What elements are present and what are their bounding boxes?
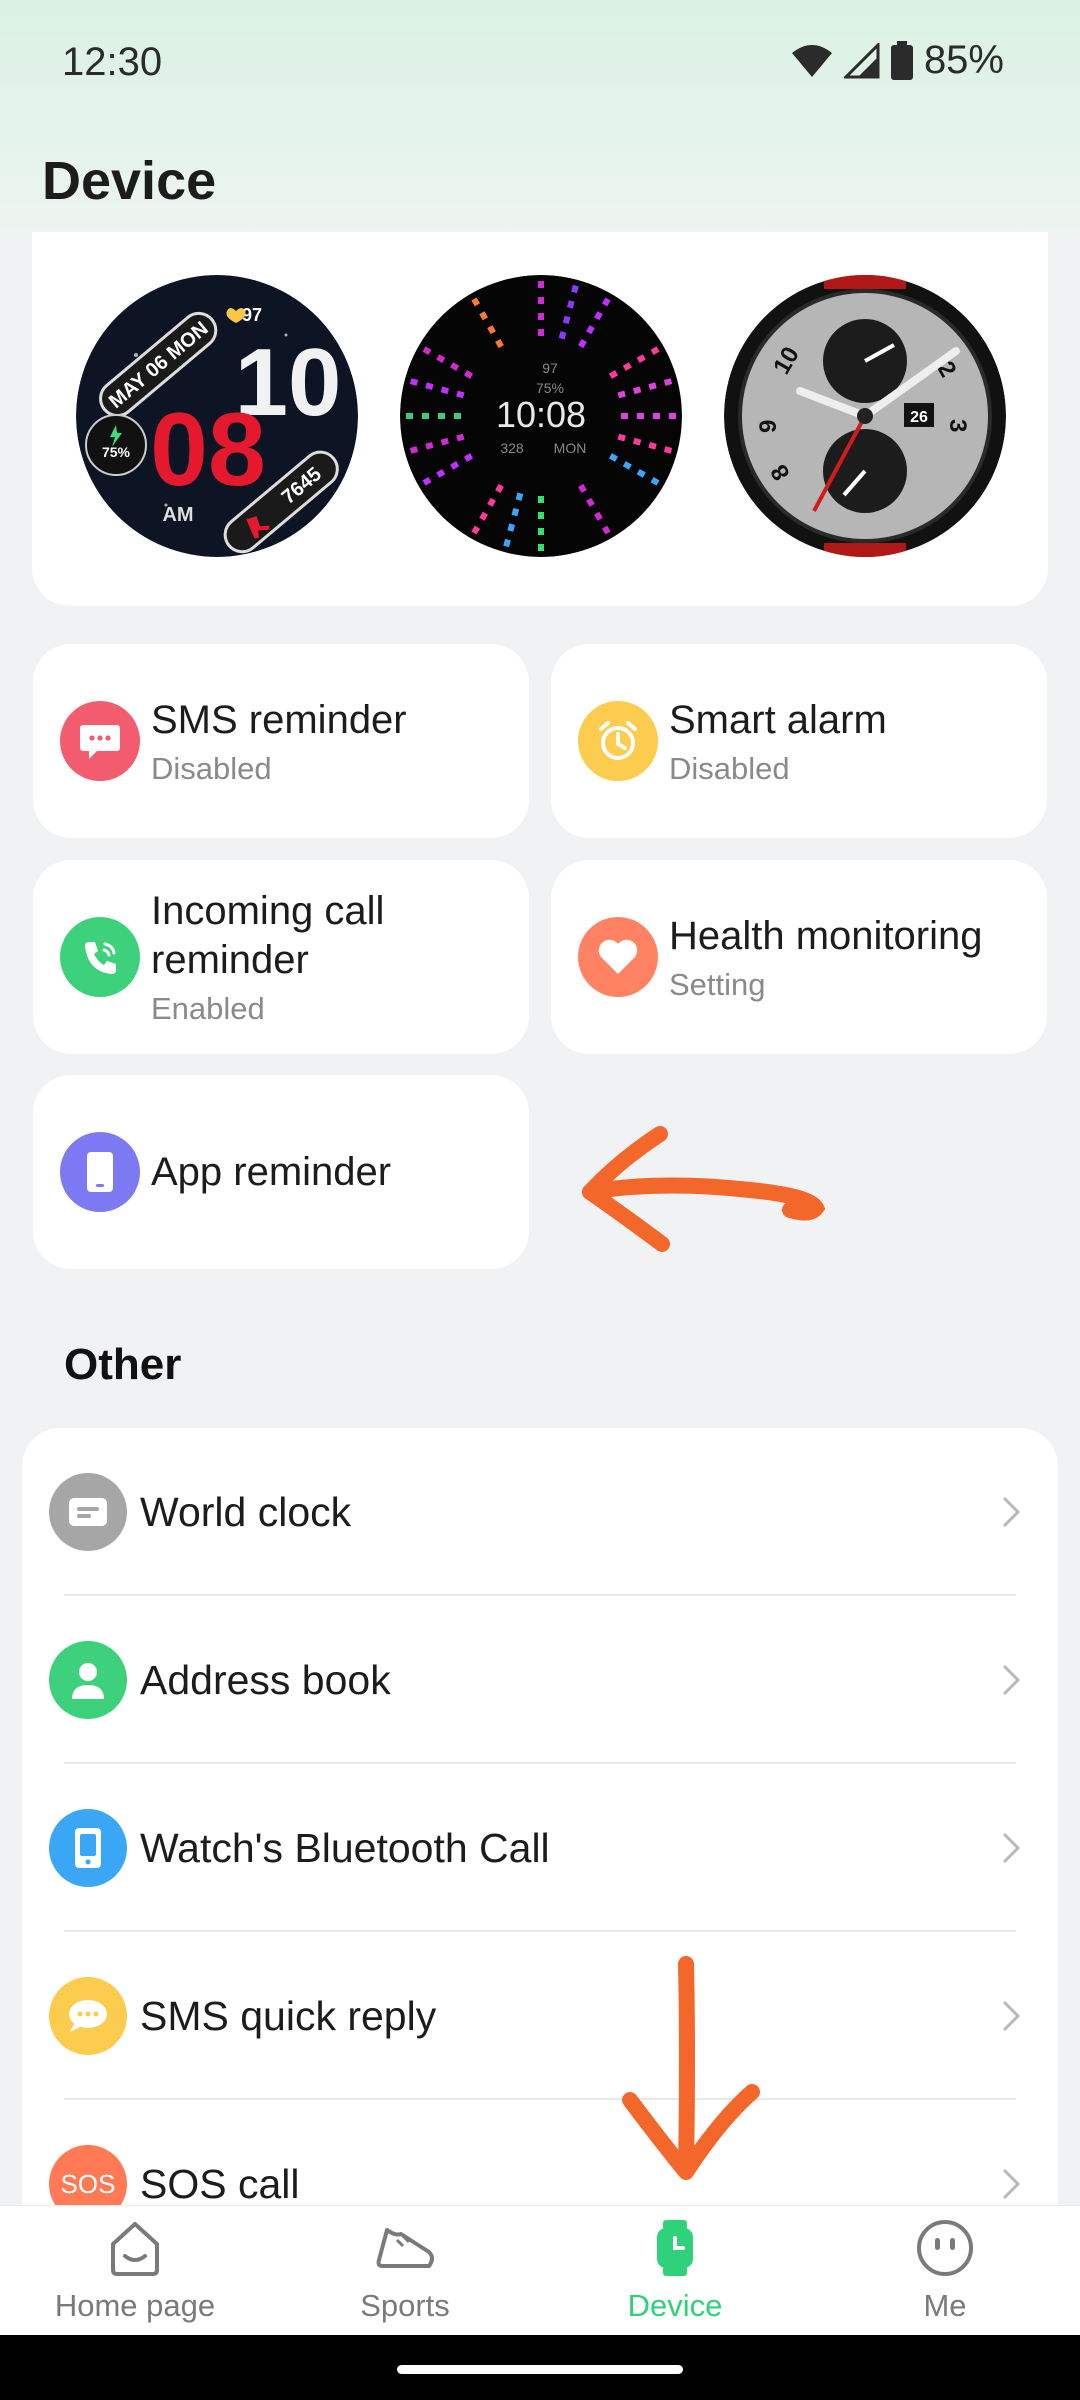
status-time: 12:30 <box>62 40 163 84</box>
chevron-right-icon <box>1002 1496 1021 1528</box>
address-book-label: Address book <box>140 1656 391 1703</box>
world-clock-icon <box>49 1473 127 1551</box>
phone-icon <box>60 917 140 997</box>
annotation-arrow-left <box>582 1126 826 1252</box>
address-book-icon <box>49 1641 127 1719</box>
watch-face-gallery[interactable]: MAY 06 MON 97 10 08 75% AM 7645 97 75% 1… <box>32 232 1048 606</box>
sos-icon-text: SOS <box>60 2168 116 2199</box>
world-clock-row[interactable]: World clock <box>22 1428 1058 1596</box>
face3-date: 26 <box>910 409 928 426</box>
address-book-row[interactable]: Address book <box>22 1596 1058 1764</box>
bottom-navigation: Home page Sports Device Me <box>0 2205 1080 2335</box>
quick-reply-icon <box>49 1977 127 2055</box>
nav-sports-label: Sports <box>360 2288 450 2323</box>
incoming-call-reminder-card[interactable]: Incoming call reminder Enabled <box>33 860 529 1054</box>
alarm-clock-icon <box>578 701 658 781</box>
face1-battery: 75% <box>102 444 131 460</box>
bluetooth-call-row[interactable]: Watch's Bluetooth Call <box>22 1764 1058 1932</box>
shoe-icon <box>376 2228 434 2268</box>
face3-numeral-3: 3 <box>944 419 971 432</box>
sms-reminder-title: SMS reminder <box>151 697 407 742</box>
sms-quick-reply-label: SMS quick reply <box>140 1992 437 2039</box>
watch-face-3[interactable]: 10 2 3 9 8 26 <box>724 275 1006 557</box>
health-monitoring-status: Setting <box>669 966 766 1002</box>
face1-ampm: AM <box>162 504 193 526</box>
status-bar: 12:30 85% <box>0 0 1080 130</box>
bluetooth-call-label: Watch's Bluetooth Call <box>140 1824 550 1871</box>
battery-percent: 85% <box>923 38 1004 82</box>
nav-device[interactable]: Device <box>540 2206 810 2336</box>
face1-minute: 08 <box>150 392 266 508</box>
gesture-navigation-bar <box>0 2335 1080 2400</box>
other-section-heading: Other <box>64 1340 182 1389</box>
nav-me[interactable]: Me <box>810 2206 1080 2336</box>
chevron-right-icon <box>1002 1664 1021 1696</box>
heart-icon <box>578 917 658 997</box>
bluetooth-call-icon <box>49 1809 127 1887</box>
home-gesture-handle[interactable] <box>397 2365 683 2374</box>
chevron-right-icon <box>1002 1832 1021 1864</box>
nav-device-label: Device <box>627 2288 723 2323</box>
status-indicators: 85% <box>790 38 1004 83</box>
world-clock-label: World clock <box>140 1488 352 1535</box>
watch-face-2[interactable]: 97 75% 10:08 328 MON <box>400 275 682 557</box>
battery-icon <box>890 40 913 80</box>
face3-numeral-9: 9 <box>755 420 782 433</box>
sms-icon <box>60 701 140 781</box>
sms-reminder-status: Disabled <box>151 750 272 786</box>
face2-time: 10:08 <box>496 394 586 435</box>
signal-icon <box>843 42 880 78</box>
nav-home[interactable]: Home page <box>0 2206 270 2336</box>
incoming-call-reminder-status: Enabled <box>151 991 265 1026</box>
app-reminder-card[interactable]: App reminder <box>33 1075 529 1269</box>
face-icon <box>917 2220 973 2276</box>
wifi-icon <box>791 44 832 77</box>
smart-alarm-card[interactable]: Smart alarm Disabled <box>551 644 1047 838</box>
watch-face-1[interactable]: MAY 06 MON 97 10 08 75% AM 7645 <box>76 275 358 557</box>
watch-icon <box>657 2220 693 2276</box>
incoming-call-reminder-title: Incoming call reminder <box>151 889 385 982</box>
app-reminder-title: App reminder <box>151 1149 392 1194</box>
smart-alarm-status: Disabled <box>669 750 790 786</box>
health-monitoring-card[interactable]: Health monitoring Setting <box>551 860 1047 1054</box>
chevron-right-icon <box>1002 2168 1021 2200</box>
chevron-right-icon <box>1002 2000 1021 2032</box>
smart-alarm-title: Smart alarm <box>669 697 887 742</box>
face2-day: MON <box>554 440 587 456</box>
sms-reminder-card[interactable]: SMS reminder Disabled <box>33 644 529 838</box>
sms-quick-reply-row[interactable]: SMS quick reply <box>22 1932 1058 2100</box>
home-icon <box>111 2222 159 2276</box>
nav-home-label: Home page <box>54 2288 216 2323</box>
face2-calories: 328 <box>500 440 524 456</box>
app-phone-icon <box>60 1132 140 1212</box>
nav-sports[interactable]: Sports <box>270 2206 540 2336</box>
health-monitoring-title: Health monitoring <box>669 913 983 958</box>
nav-me-label: Me <box>923 2288 967 2323</box>
page-title: Device <box>42 151 217 211</box>
face2-heart: 97 <box>542 360 558 376</box>
